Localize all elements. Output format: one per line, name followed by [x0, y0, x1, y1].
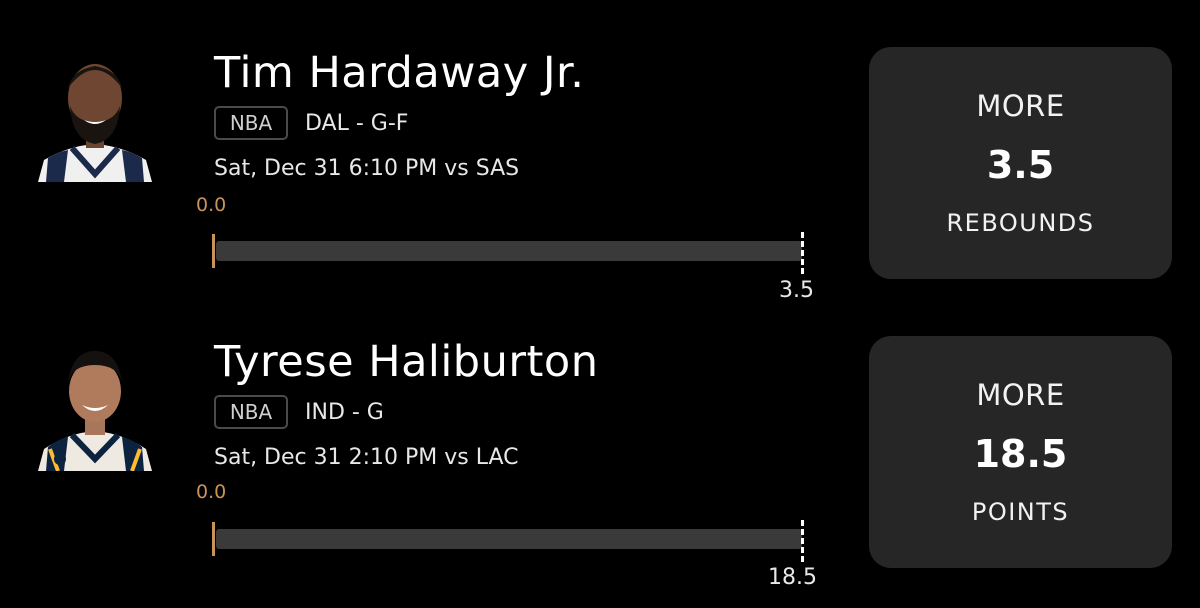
pick-line-value: 18.5: [973, 432, 1068, 476]
progress-track: [216, 529, 802, 549]
prop-card[interactable]: Tyrese Haliburton NBA IND - G Sat, Dec 3…: [0, 290, 1200, 590]
line-marker: [801, 232, 804, 274]
pick-direction: MORE: [976, 378, 1065, 412]
line-marker: [801, 520, 804, 562]
prop-card[interactable]: Tim Hardaway Jr. NBA DAL - G-F Sat, Dec …: [0, 0, 1200, 302]
line-value-label: 18.5: [768, 565, 817, 590]
game-time: Sat, Dec 31 2:10 PM vs LAC: [214, 445, 519, 470]
player-avatar: [28, 337, 162, 471]
pick-stat-type: POINTS: [971, 498, 1070, 526]
league-badge: NBA: [214, 106, 288, 140]
team-position: IND - G: [305, 400, 384, 425]
team-position: DAL - G-F: [305, 111, 409, 136]
pick-stat-type: REBOUNDS: [946, 209, 1095, 237]
player-avatar: [28, 48, 162, 182]
progress-start-marker: [212, 234, 215, 268]
player-name: Tim Hardaway Jr.: [214, 48, 585, 98]
pick-line-value: 3.5: [986, 143, 1055, 187]
progress-label: 0.0: [196, 194, 227, 216]
player-name: Tyrese Haliburton: [214, 337, 599, 387]
pick-button[interactable]: MORE 3.5 REBOUNDS: [869, 47, 1172, 279]
pick-button[interactable]: MORE 18.5 POINTS: [869, 336, 1172, 568]
league-badge: NBA: [214, 395, 288, 429]
progress-start-marker: [212, 522, 215, 556]
progress-track: [216, 241, 802, 261]
game-time: Sat, Dec 31 6:10 PM vs SAS: [214, 156, 520, 181]
progress-label: 0.0: [196, 481, 227, 503]
pick-direction: MORE: [976, 89, 1065, 123]
